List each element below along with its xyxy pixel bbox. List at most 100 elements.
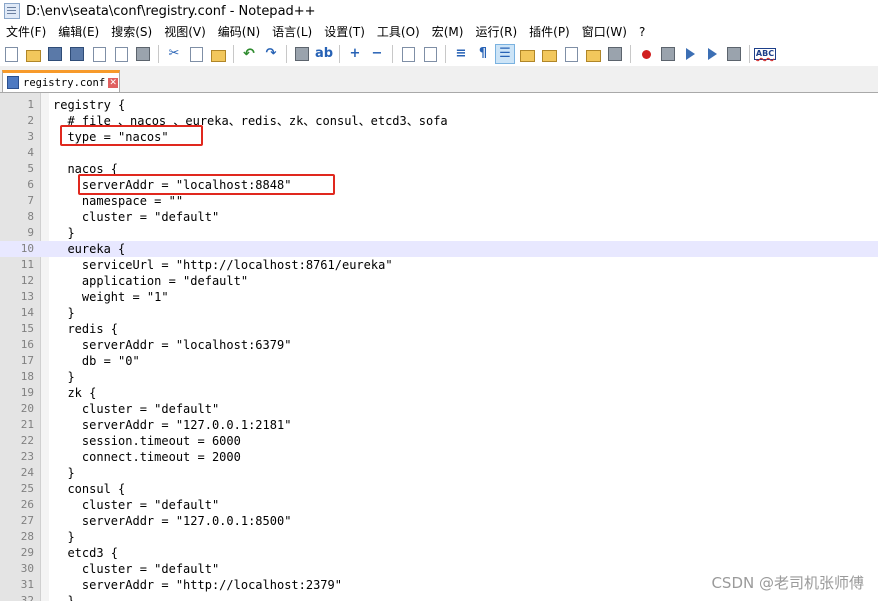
toolbar-separator (339, 45, 340, 63)
tab-registry-conf[interactable]: registry.conf ✕ (2, 70, 120, 92)
save-macro-icon (727, 47, 741, 61)
editor-area[interactable]: 1 registry { 2 # file 、nacos 、eureka、redi… (0, 93, 878, 601)
undo-button[interactable]: ↶ (240, 45, 258, 63)
code-line: 14 } (0, 305, 878, 321)
code-line: 18 } (0, 369, 878, 385)
indent-guide-button[interactable]: ☰ (495, 44, 515, 64)
line-text: eureka { (53, 242, 126, 256)
menu-language[interactable]: 语言(L) (266, 22, 318, 42)
menu-encoding[interactable]: 编码(N) (212, 22, 266, 42)
stop-icon (661, 47, 675, 61)
undo-icon: ↶ (243, 46, 255, 62)
sync-horizontal-button[interactable] (421, 45, 439, 63)
cut-button[interactable]: ✂ (165, 45, 183, 63)
show-all-chars-button[interactable]: ¶ (474, 45, 492, 63)
line-text: cluster = "default" (53, 562, 220, 576)
play-macro-button[interactable] (681, 45, 699, 63)
doc-map-button[interactable] (540, 45, 558, 63)
line-number: 9 (27, 226, 34, 239)
toolbar-separator (392, 45, 393, 63)
save-macro-button[interactable] (725, 45, 743, 63)
close-button[interactable] (90, 45, 108, 63)
paste-icon (210, 49, 226, 62)
line-number: 7 (27, 194, 34, 207)
code-line: 25 consul { (0, 481, 878, 497)
function-list-button[interactable] (562, 45, 580, 63)
line-number: 17 (20, 354, 34, 367)
udl-button[interactable] (518, 45, 536, 63)
line-text: namespace = "" (53, 194, 184, 208)
record-icon (641, 49, 651, 59)
code-line: 19 zk { (0, 385, 878, 401)
save-button[interactable] (46, 45, 64, 63)
new-file-button[interactable] (2, 45, 20, 63)
redo-button[interactable]: ↷ (262, 45, 280, 63)
open-folder-icon (25, 49, 41, 62)
spell-check-icon: ABC (753, 48, 777, 60)
menu-search[interactable]: 搜索(S) (105, 22, 158, 42)
line-number: 31 (20, 578, 34, 591)
code-line: 22 session.timeout = 6000 (0, 433, 878, 449)
menu-help[interactable]: ? (633, 22, 651, 42)
word-wrap-button[interactable]: ≡ (452, 45, 470, 63)
toolbar-separator (158, 45, 159, 63)
menu-macro[interactable]: 宏(M) (426, 22, 470, 42)
tab-bar: registry.conf ✕ (0, 66, 878, 93)
code-line: 7 namespace = "" (0, 193, 878, 209)
paste-button[interactable] (209, 45, 227, 63)
line-text: } (53, 306, 75, 320)
menu-tools[interactable]: 工具(O) (371, 22, 426, 42)
line-number: 23 (20, 450, 34, 463)
line-number: 18 (20, 370, 34, 383)
open-file-button[interactable] (24, 45, 42, 63)
stop-macro-button[interactable] (659, 45, 677, 63)
save-all-button[interactable] (68, 45, 86, 63)
menu-plugins[interactable]: 插件(P) (523, 22, 576, 42)
monitoring-button[interactable] (606, 45, 624, 63)
code-line: 8 cluster = "default" (0, 209, 878, 225)
tab-close-icon[interactable]: ✕ (108, 77, 119, 88)
menu-run[interactable]: 运行(R) (469, 22, 523, 42)
sync-vertical-button[interactable] (399, 45, 417, 63)
line-text: serviceUrl = "http://localhost:8761/eure… (53, 258, 393, 272)
code-line: 13 weight = "1" (0, 289, 878, 305)
code-line: 1 registry { (0, 97, 878, 113)
code-line: 4 (0, 145, 878, 161)
menu-file[interactable]: 文件(F) (0, 22, 52, 42)
menu-view[interactable]: 视图(V) (158, 22, 212, 42)
line-number: 28 (20, 530, 34, 543)
line-number: 2 (27, 114, 34, 127)
line-text: } (53, 530, 75, 544)
line-text: cluster = "default" (53, 210, 220, 224)
title-bar: D:\env\seata\conf\registry.conf - Notepa… (0, 0, 878, 22)
toolbar-separator (286, 45, 287, 63)
zoom-out-button[interactable]: − (368, 45, 386, 63)
line-text: } (53, 370, 75, 384)
line-text: } (53, 466, 75, 480)
record-macro-button[interactable] (637, 45, 655, 63)
spell-check-button[interactable]: ABC (753, 45, 777, 63)
print-button[interactable] (134, 45, 152, 63)
code-line: 29 etcd3 { (0, 545, 878, 561)
close-all-button[interactable] (112, 45, 130, 63)
menu-bar: 文件(F) 编辑(E) 搜索(S) 视图(V) 编码(N) 语言(L) 设置(T… (0, 22, 878, 42)
run-multiple-button[interactable] (703, 45, 721, 63)
user-language-icon (519, 49, 535, 62)
folder-workspace-button[interactable] (584, 45, 602, 63)
code-line: 16 serverAddr = "localhost:6379" (0, 337, 878, 353)
line-text: application = "default" (53, 274, 249, 288)
zoom-in-button[interactable]: + (346, 45, 364, 63)
file-saved-icon (7, 76, 19, 89)
notepad-app-icon (4, 3, 20, 19)
save-all-icon (70, 47, 84, 61)
menu-window[interactable]: 窗口(W) (576, 22, 633, 42)
line-number: 27 (20, 514, 34, 527)
menu-settings[interactable]: 设置(T) (318, 22, 371, 42)
find-button[interactable] (293, 45, 311, 63)
replace-button[interactable]: ab (315, 45, 333, 63)
code-line: 9 } (0, 225, 878, 241)
toolbar-separator (445, 45, 446, 63)
menu-edit[interactable]: 编辑(E) (52, 22, 105, 42)
copy-button[interactable] (187, 45, 205, 63)
line-text: cluster = "default" (53, 402, 220, 416)
